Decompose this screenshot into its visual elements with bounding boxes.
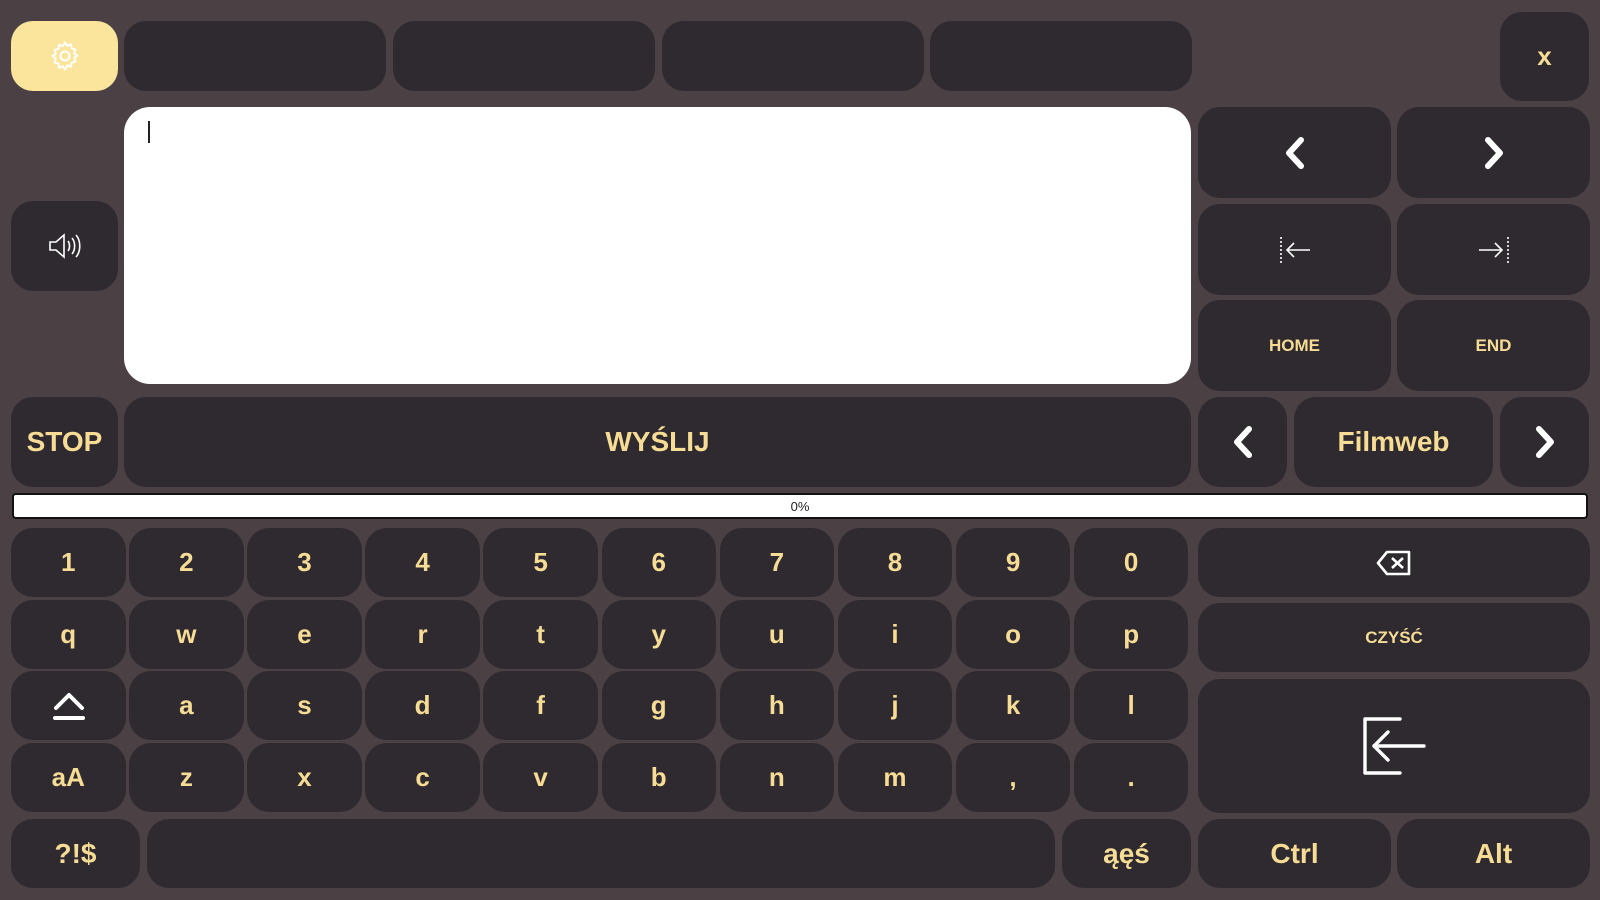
end-button[interactable]: END [1397, 300, 1590, 391]
key-s[interactable]: s [247, 671, 362, 740]
key-b[interactable]: b [601, 743, 716, 812]
key-9[interactable]: 9 [955, 528, 1071, 597]
word-right-button[interactable] [1397, 204, 1590, 295]
backspace-icon [1376, 549, 1412, 577]
key-u[interactable]: u [719, 600, 835, 669]
alt-key[interactable]: Alt [1397, 819, 1590, 888]
key-n[interactable]: n [719, 743, 835, 812]
key-4[interactable]: 4 [365, 528, 480, 597]
cursor-next-button[interactable] [1397, 107, 1590, 198]
key-l[interactable]: l [1073, 671, 1189, 740]
site-prev-button[interactable] [1198, 397, 1287, 487]
enter-icon [1360, 716, 1428, 776]
chevron-right-icon [1532, 425, 1558, 459]
key-i[interactable]: i [837, 600, 953, 669]
shift-icon [52, 690, 86, 722]
space-key[interactable] [147, 819, 1055, 888]
key-3[interactable]: 3 [247, 528, 362, 597]
key-m[interactable]: m [837, 743, 953, 812]
text-caret [148, 121, 150, 143]
case-toggle-key[interactable]: aA [11, 743, 126, 812]
home-button[interactable]: HOME [1198, 300, 1391, 391]
key-8[interactable]: 8 [837, 528, 953, 597]
quick-slot-2[interactable] [393, 21, 655, 91]
speaker-icon [47, 231, 83, 261]
key-z[interactable]: z [129, 743, 244, 812]
chevron-right-icon [1481, 136, 1507, 170]
cursor-prev-button[interactable] [1198, 107, 1391, 198]
word-left-button[interactable] [1198, 204, 1391, 295]
key-2[interactable]: 2 [129, 528, 244, 597]
key-o[interactable]: o [955, 600, 1071, 669]
clear-button[interactable]: CZYŚĆ [1198, 603, 1590, 672]
speak-button[interactable] [11, 201, 118, 291]
key-e[interactable]: e [247, 600, 362, 669]
arrow-right-bar-icon [1476, 235, 1512, 265]
symbols-key[interactable]: ?!$ [11, 819, 140, 888]
key-h[interactable]: h [719, 671, 835, 740]
enter-key[interactable] [1198, 679, 1590, 813]
key-d[interactable]: d [365, 671, 480, 740]
quick-slot-3[interactable] [662, 21, 924, 91]
site-next-button[interactable] [1500, 397, 1589, 487]
progress-label: 0% [790, 498, 810, 514]
quick-slot-4[interactable] [930, 21, 1192, 91]
key-x[interactable]: x [247, 743, 362, 812]
progress-bar: 0% [12, 493, 1588, 519]
key-6[interactable]: 6 [601, 528, 716, 597]
key-c[interactable]: c [365, 743, 480, 812]
close-button[interactable]: x [1500, 12, 1589, 101]
key-5[interactable]: 5 [483, 528, 598, 597]
gear-icon [48, 39, 82, 73]
shift-key[interactable] [11, 671, 126, 740]
key-period[interactable]: . [1073, 743, 1189, 812]
diacritics-key[interactable]: ąęś [1062, 819, 1191, 888]
key-k[interactable]: k [955, 671, 1071, 740]
backspace-key[interactable] [1198, 528, 1590, 597]
key-f[interactable]: f [483, 671, 598, 740]
key-v[interactable]: v [483, 743, 598, 812]
text-editor[interactable] [124, 107, 1191, 384]
key-q[interactable]: q [11, 600, 126, 669]
key-y[interactable]: y [601, 600, 716, 669]
ctrl-key[interactable]: Ctrl [1198, 819, 1391, 888]
key-7[interactable]: 7 [719, 528, 835, 597]
key-t[interactable]: t [483, 600, 598, 669]
key-0[interactable]: 0 [1073, 528, 1189, 597]
arrow-left-bar-icon [1277, 235, 1313, 265]
key-j[interactable]: j [837, 671, 953, 740]
key-g[interactable]: g [601, 671, 716, 740]
chevron-left-icon [1230, 425, 1256, 459]
settings-button[interactable] [11, 21, 118, 91]
send-button[interactable]: WYŚLIJ [124, 397, 1191, 487]
chevron-left-icon [1282, 136, 1308, 170]
key-1[interactable]: 1 [11, 528, 126, 597]
key-r[interactable]: r [365, 600, 480, 669]
key-comma[interactable]: , [955, 743, 1071, 812]
stop-button[interactable]: STOP [11, 397, 118, 487]
quick-slot-1[interactable] [124, 21, 386, 91]
key-a[interactable]: a [129, 671, 244, 740]
key-p[interactable]: p [1073, 600, 1189, 669]
site-button[interactable]: Filmweb [1294, 397, 1493, 487]
key-w[interactable]: w [129, 600, 244, 669]
